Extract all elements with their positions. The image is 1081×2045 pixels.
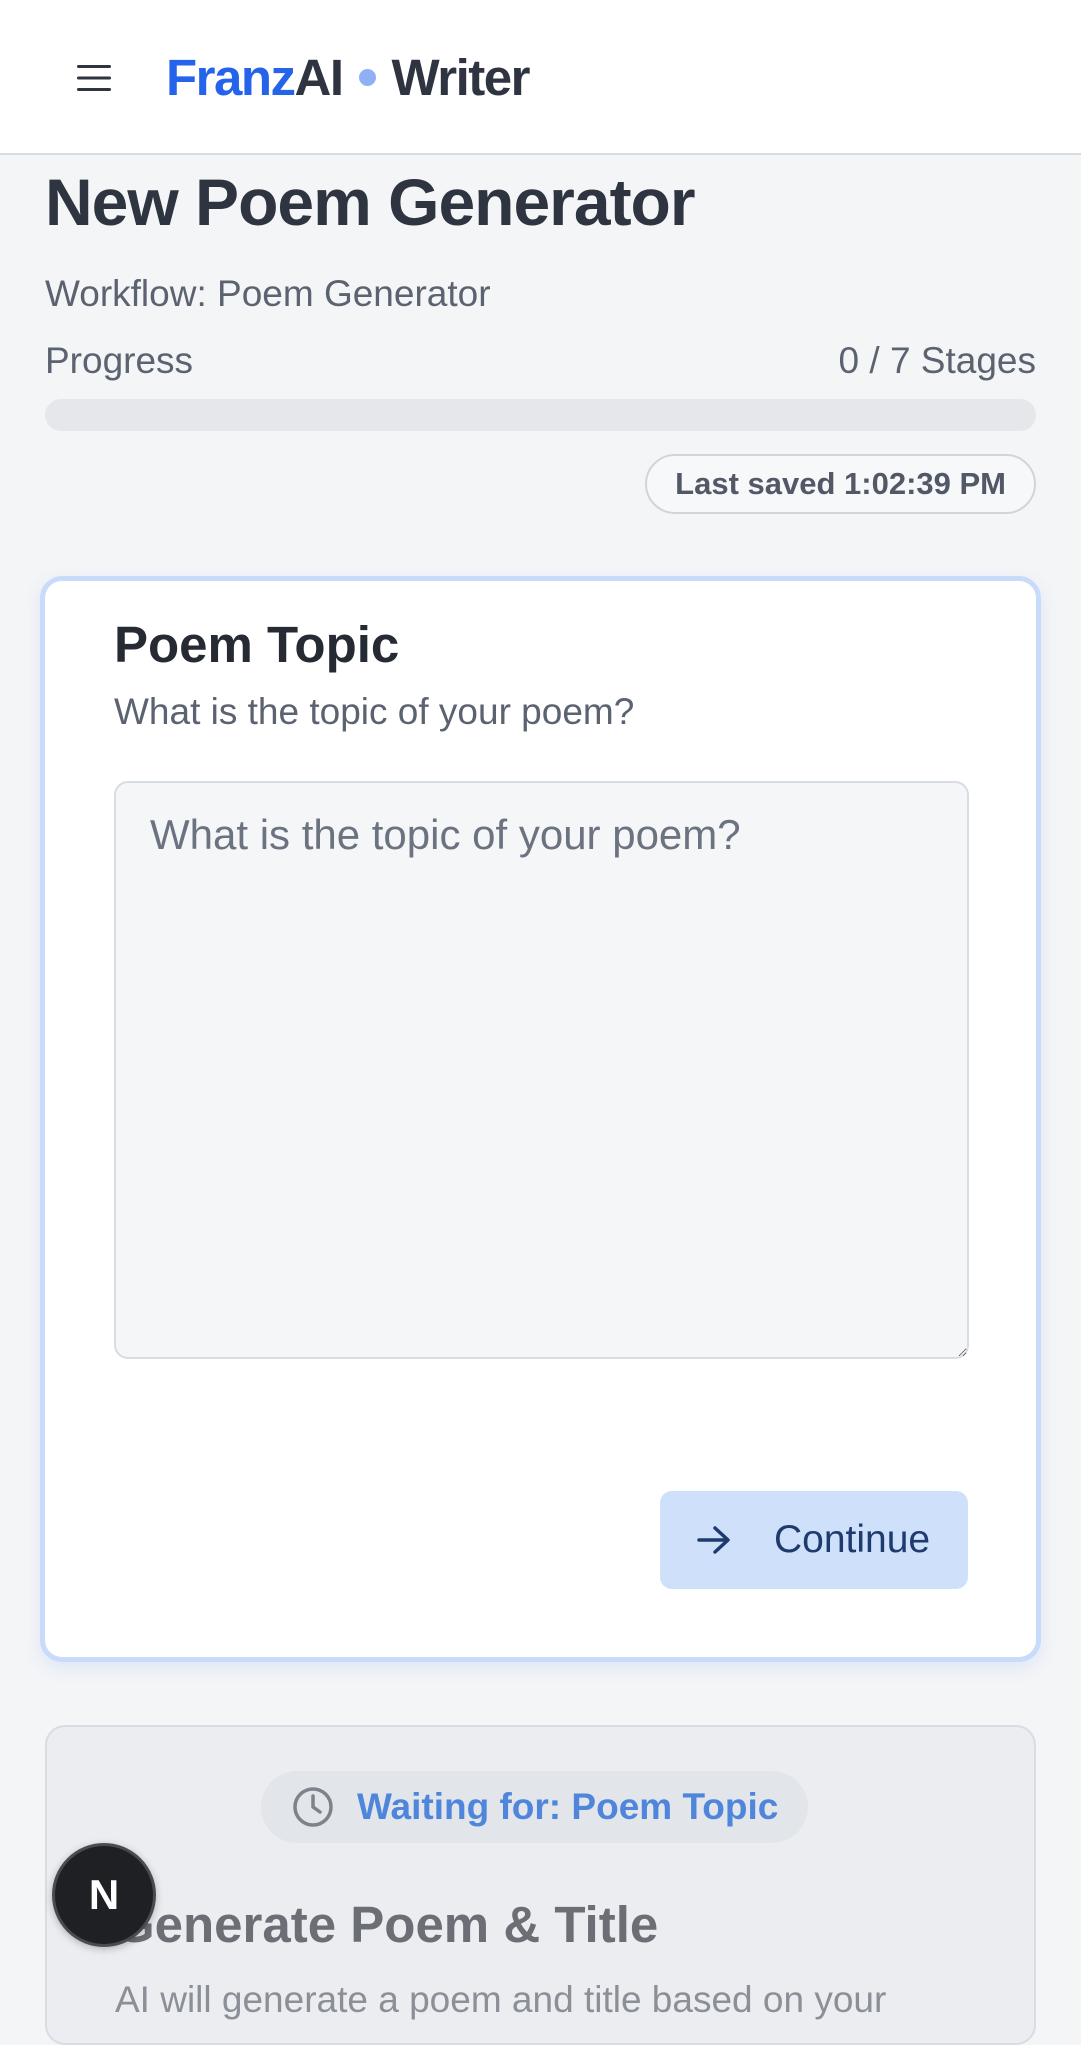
clock-icon: [291, 1785, 335, 1829]
workflow-name: Workflow: Poem Generator: [45, 273, 491, 314]
progress-bar: [45, 399, 1036, 431]
waiting-badge-text: Waiting for: Poem Topic: [357, 1786, 779, 1827]
continue-button[interactable]: Continue: [660, 1491, 968, 1589]
progress-count: 0 / 7 Stages: [838, 340, 1036, 381]
stage-card-poem-topic: Poem Topic What is the topic of your poe…: [40, 576, 1041, 1662]
brand-franz: Franz: [166, 49, 296, 106]
stage-card-generate-poem: Waiting for: Poem Topic Generate Poem & …: [45, 1725, 1036, 2045]
brand-ai: AI: [294, 49, 345, 106]
progress-label: Progress: [45, 340, 194, 381]
stage-description: AI will generate a poem and title based …: [115, 1979, 887, 2020]
brand-logo[interactable]: FranzAI Writer: [166, 44, 531, 112]
stage-title: Poem Topic: [114, 616, 400, 673]
arrow-right-icon: [694, 1520, 734, 1560]
menu-button[interactable]: [60, 50, 128, 106]
stage-title: Generate Poem & Title: [115, 1896, 659, 1953]
nextjs-dev-indicator-icon[interactable]: N: [52, 1843, 156, 1947]
continue-label: Continue: [774, 1518, 931, 1561]
stage-description: What is the topic of your poem?: [114, 691, 635, 732]
last-saved-badge: Last saved 1:02:39 PM: [645, 454, 1036, 514]
dev-badge-letter: N: [88, 1871, 120, 1918]
hamburger-menu-icon: [77, 65, 111, 91]
app-header: FranzAI Writer: [0, 0, 1081, 155]
brand-writer: Writer: [391, 49, 531, 106]
brand-dot: [358, 69, 376, 87]
poem-topic-input[interactable]: [114, 781, 969, 1359]
page-title: New Poem Generator: [45, 165, 696, 239]
waiting-badge: Waiting for: Poem Topic: [261, 1771, 809, 1843]
